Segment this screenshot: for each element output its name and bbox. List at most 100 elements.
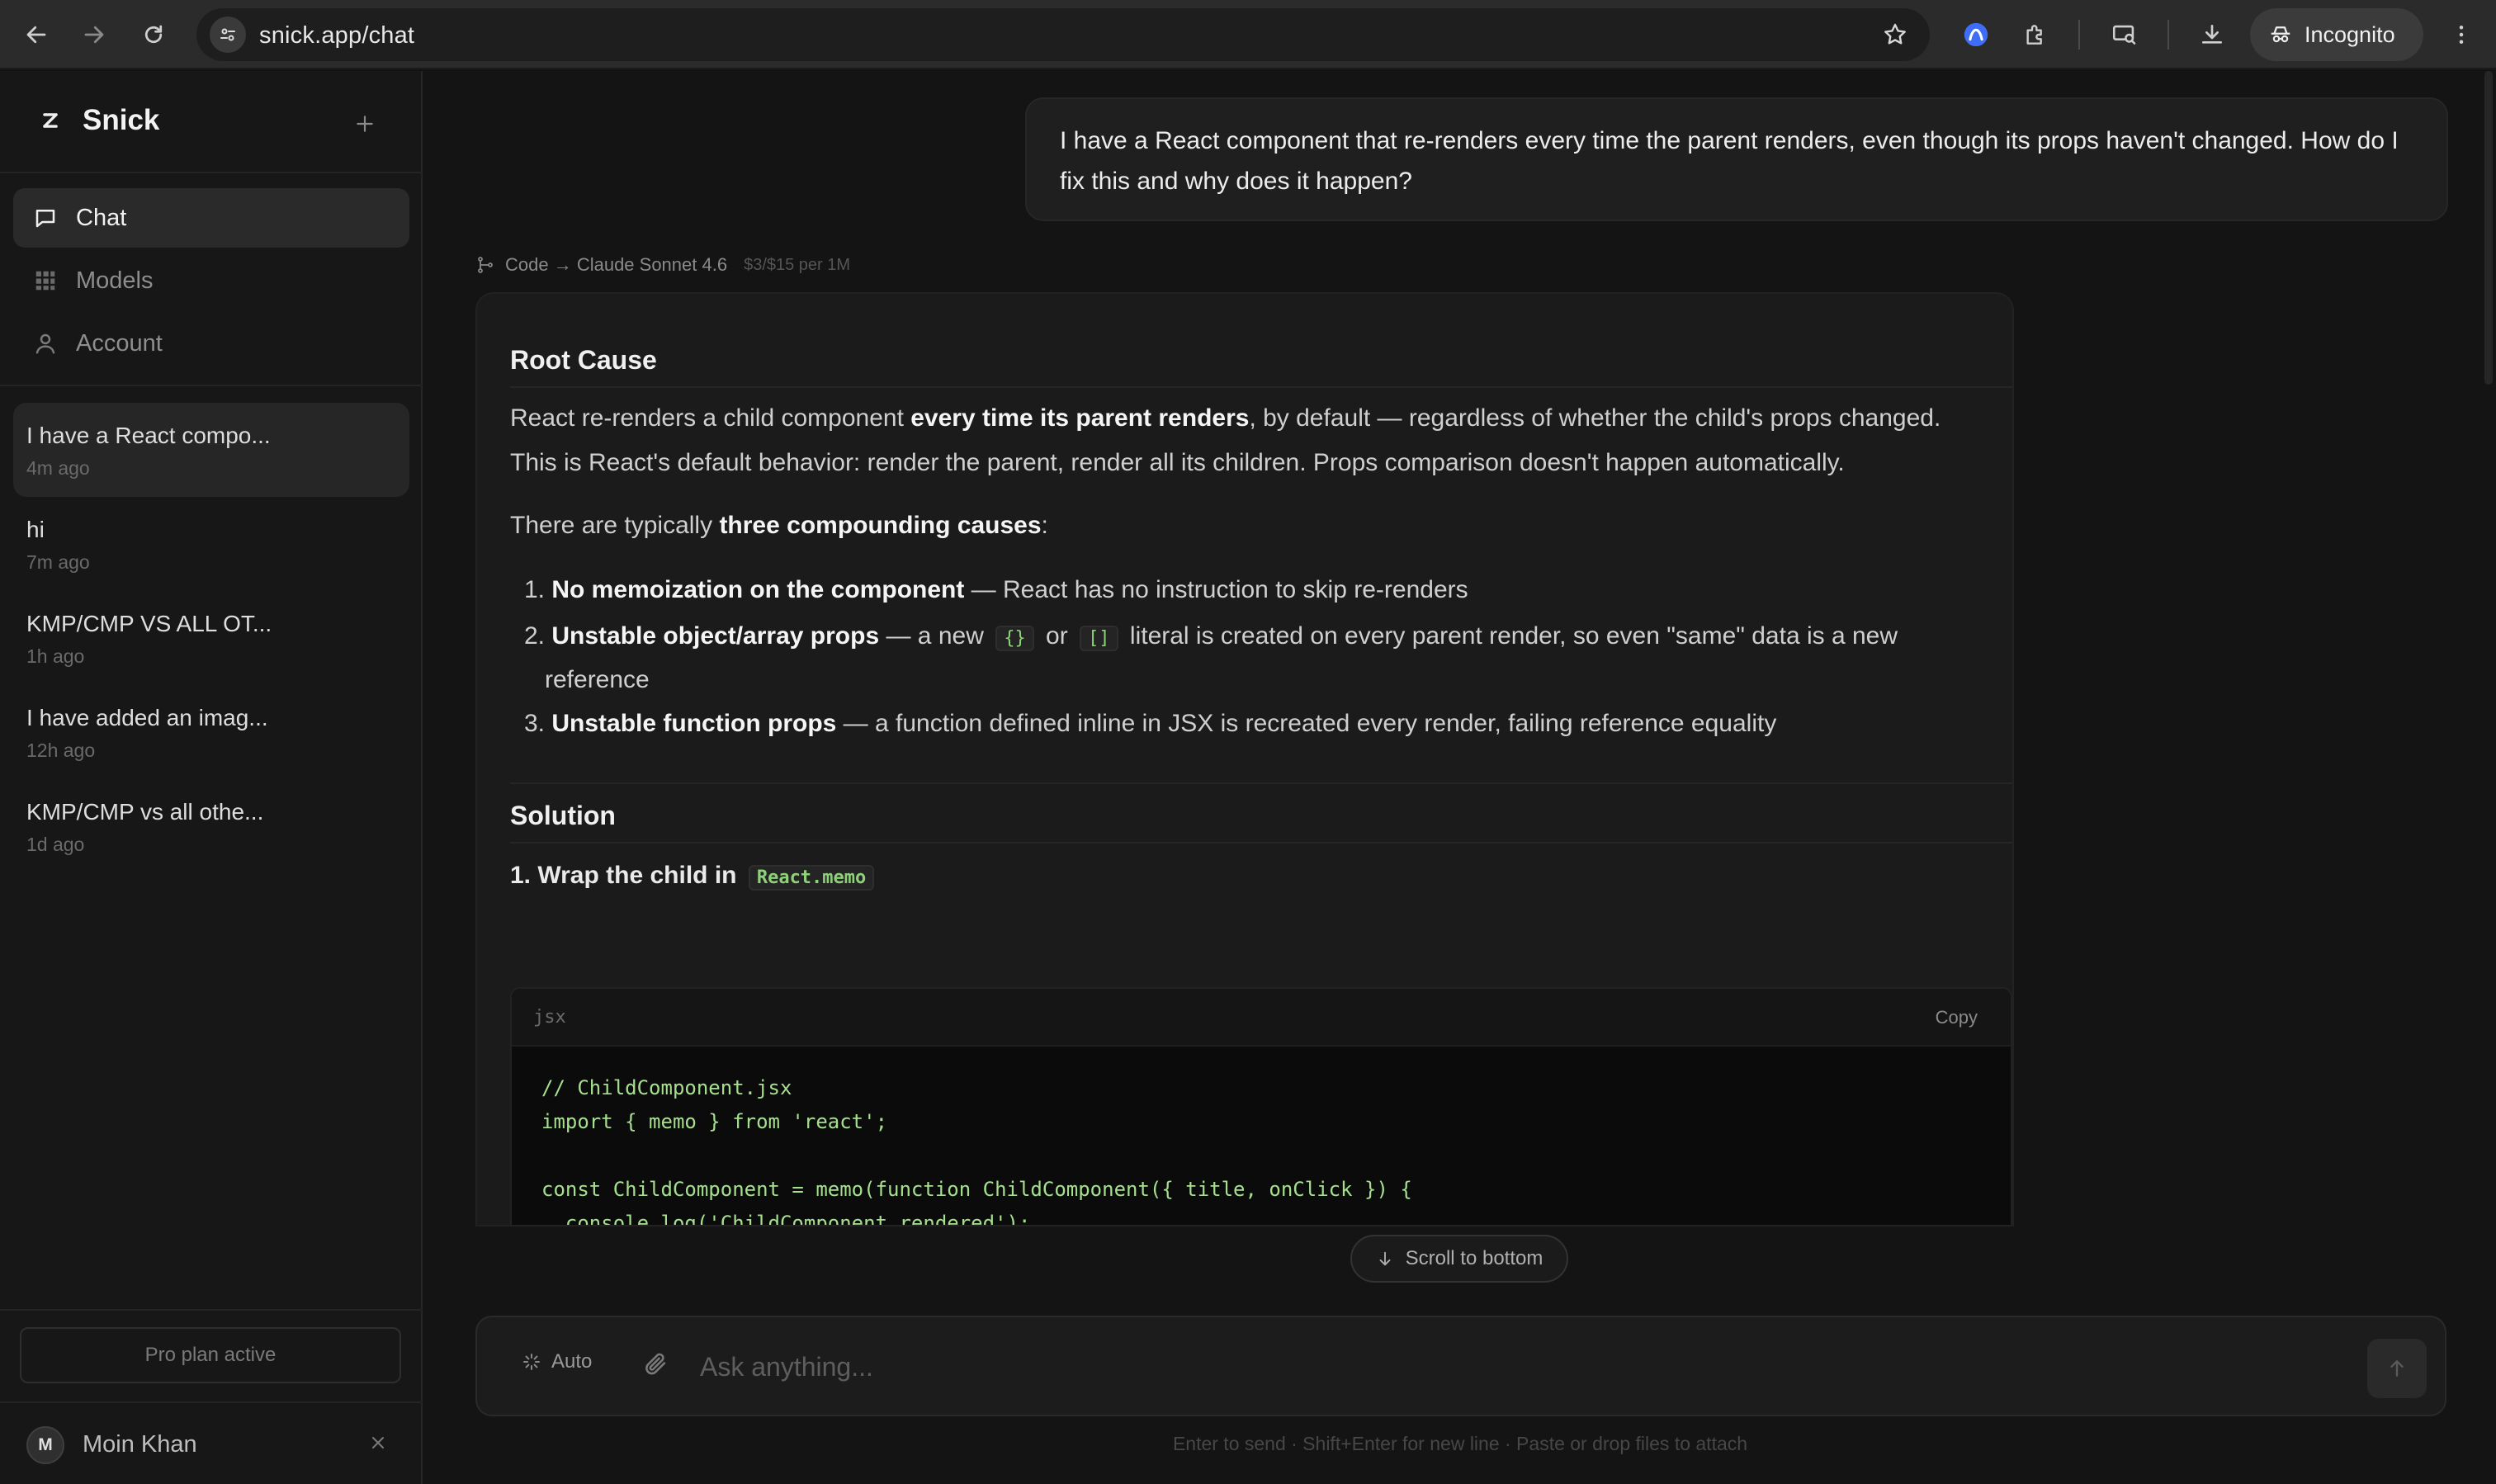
list-item: 2. Unstable object/array props — a new {… [510, 616, 1996, 701]
conversation-time: 12h ago [26, 740, 96, 761]
arrow-down-icon [1379, 1251, 1391, 1266]
inline-code: [] [1080, 626, 1118, 651]
user-profile[interactable]: M Moin Khan [0, 1401, 423, 1484]
copy-button[interactable]: Copy [1936, 1007, 1978, 1028]
bold-run: every time its parent renders [910, 404, 1250, 432]
conversation-item[interactable]: I have added an imag... 12h ago [13, 685, 409, 779]
attach-paperclip-icon[interactable] [642, 1350, 670, 1382]
assistant-answer: Root Cause React re-renders a child comp… [475, 292, 2014, 1226]
incognito-label: Incognito [2305, 21, 2395, 47]
conversation-item[interactable]: KMP/CMP VS ALL OT... 1h ago [13, 591, 409, 685]
sidebar-item-label: Chat [76, 204, 127, 231]
sidebar-item-models[interactable]: Models [13, 251, 409, 310]
text-run: or [1038, 622, 1075, 650]
incognito-badge[interactable]: Incognito [2250, 8, 2423, 61]
branch-icon [478, 257, 493, 273]
reload-icon [144, 25, 163, 44]
conversation-time: 4m ago [26, 457, 90, 479]
send-button[interactable] [2367, 1339, 2427, 1398]
section-rule [510, 782, 2012, 784]
grid-icon [35, 271, 55, 291]
sidebar: Snick Chat Models Account I have a React… [0, 71, 423, 1484]
conversation-time: 1h ago [26, 645, 85, 667]
extensions-puzzle-icon[interactable] [2012, 12, 2059, 58]
text-run: — a function defined inline in JSX is re… [836, 710, 1777, 737]
sparkle-icon [523, 1354, 540, 1370]
back-button[interactable] [13, 12, 59, 58]
bold-run: three compounding causes [719, 512, 1042, 539]
browser-menu-icon[interactable] [2438, 12, 2484, 58]
scroll-label: Scroll to bottom [1405, 1247, 1543, 1269]
download-icon[interactable] [2189, 12, 2235, 58]
text-run: — React has no instruction to skip re-re… [964, 576, 1468, 603]
sidebar-item-account[interactable]: Account [13, 314, 409, 373]
message-input[interactable] [700, 1344, 2268, 1390]
conversation-time: 1d ago [26, 834, 85, 855]
back-arrow-icon [26, 26, 46, 44]
model-route-label: Code → Claude Sonnet 4.6 [505, 254, 728, 275]
text-run: There are typically [510, 512, 720, 539]
composer-hint: Enter to send · Shift+Enter for new line… [1172, 1433, 1748, 1454]
solution-step: 1. Wrap the child in React.memo [510, 853, 2012, 900]
conversation-item[interactable]: I have a React compo... 4m ago [13, 403, 409, 497]
incognito-icon [2271, 26, 2290, 43]
url-text[interactable]: snick.app/chat [259, 22, 414, 50]
inline-code: {} [995, 626, 1034, 651]
brand[interactable]: Snick [36, 104, 159, 137]
code-block: jsx Copy // ChildComponent.jsx import { … [510, 987, 2012, 1225]
conversation-item[interactable]: KMP/CMP vs all othe... 1d ago [13, 779, 409, 873]
conversation-time: 7m ago [26, 551, 90, 573]
toolbar-divider [2167, 20, 2169, 50]
sidebar-divider [0, 172, 423, 173]
scrollbar[interactable] [2484, 71, 2493, 385]
text-run: , by default — regardless of whether the… [1249, 404, 1941, 432]
browser-toolbar: snick.app/chat Incognito [0, 0, 2496, 69]
mode-selector[interactable]: Auto [522, 1350, 592, 1373]
user-name: Moin Khan [83, 1431, 197, 1458]
sidebar-item-label: Account [76, 329, 163, 357]
answer-paragraph: There are typically three compounding ca… [510, 503, 2012, 548]
extension-blue-icon[interactable] [1953, 12, 1999, 58]
text-run: : [1041, 512, 1048, 539]
text-run: — a new [879, 622, 991, 650]
user-message: I have a React component that re-renders… [1025, 97, 2448, 221]
brand-name: Snick [83, 104, 160, 136]
list-item: 1. No memoization on the component — Rea… [510, 569, 1996, 611]
address-bar[interactable]: snick.app/chat [196, 8, 1930, 61]
conversation-title: hi [26, 517, 45, 542]
heading-rule [510, 842, 2012, 844]
conversation-title: I have added an imag... [26, 705, 268, 730]
sign-out-icon[interactable] [368, 1431, 388, 1459]
forward-button[interactable] [71, 12, 117, 58]
site-settings-icon[interactable] [210, 17, 246, 53]
answer-paragraph: React re-renders a child component every… [510, 396, 2012, 441]
bold-run: No memoization on the component [551, 576, 965, 603]
sidebar-item-chat[interactable]: Chat [13, 188, 409, 248]
model-route: Code → Claude Sonnet 4.6 $3/$15 per 1M [475, 254, 850, 276]
list-number: 1. [523, 576, 545, 603]
forward-arrow-icon [84, 26, 104, 44]
bold-run: Unstable function props [551, 710, 837, 737]
scroll-to-bottom-button[interactable]: Scroll to bottom [1350, 1235, 1568, 1283]
text-run: React re-renders a child component [510, 404, 911, 432]
code-header: jsx Copy [512, 989, 2011, 1047]
model-price: $3/$15 per 1M [744, 255, 851, 274]
sidebar-item-label: Models [76, 267, 154, 294]
conversation-item[interactable]: hi 7m ago [13, 497, 409, 591]
sidebar-divider [0, 385, 423, 386]
heading-solution: Solution [510, 801, 616, 830]
plus-icon [357, 116, 373, 132]
conversation-title: KMP/CMP vs all othe... [26, 799, 264, 825]
cast-search-icon[interactable] [2101, 12, 2148, 58]
new-chat-button[interactable] [350, 109, 380, 139]
code-language: jsx [533, 1007, 566, 1028]
snick-logo-icon [43, 113, 58, 128]
chat-bubble-icon [35, 210, 55, 228]
list-item: 3. Unstable function props — a function … [510, 703, 1996, 744]
list-number: 3. [523, 710, 545, 737]
pro-plan-badge[interactable]: Pro plan active [20, 1327, 401, 1383]
reload-button[interactable] [130, 12, 177, 58]
text-run: literal is created on every parent rende… [1123, 622, 1898, 650]
conversation-title: KMP/CMP VS ALL OT... [26, 611, 272, 636]
bookmark-star-icon[interactable] [1879, 18, 1912, 51]
